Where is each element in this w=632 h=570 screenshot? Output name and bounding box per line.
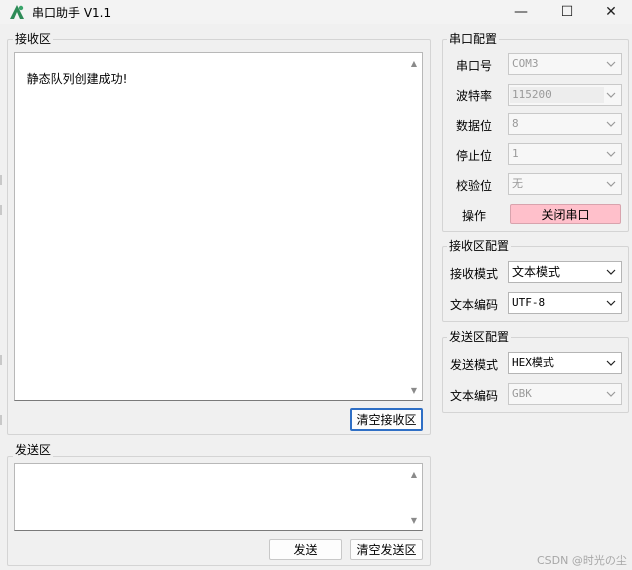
receive-mode-select[interactable]: 文本模式 <box>508 261 622 283</box>
send-mode-label: 发送模式 <box>450 358 499 372</box>
scroll-down-icon[interactable]: ▼ <box>406 512 422 528</box>
minimize-icon: — <box>514 4 528 20</box>
send-scrollbar[interactable]: ▲ ▼ <box>406 464 422 530</box>
chevron-down-icon <box>605 114 617 134</box>
serial-config-title: 串口配置 <box>447 32 500 46</box>
send-mode-value: HEX模式 <box>512 356 554 369</box>
receive-encoding-select[interactable]: UTF-8 <box>508 292 622 314</box>
scroll-up-icon[interactable]: ▲ <box>406 55 422 71</box>
port-value: COM3 <box>512 57 539 70</box>
send-config-title: 发送区配置 <box>447 330 512 344</box>
parity-label: 校验位 <box>456 179 493 193</box>
chevron-down-icon <box>605 54 617 74</box>
window-title: 串口助手 V1.1 <box>32 6 112 20</box>
receive-encoding-label: 文本编码 <box>450 298 499 312</box>
send-encoding-label: 文本编码 <box>450 389 499 403</box>
maximize-icon: ☐ <box>560 4 574 20</box>
chevron-down-icon <box>605 293 617 313</box>
clear-send-button[interactable]: 清空发送区 <box>350 539 423 560</box>
receive-mode-value: 文本模式 <box>512 265 561 279</box>
send-textarea[interactable] <box>14 463 423 531</box>
send-mode-select[interactable]: HEX模式 <box>508 352 622 374</box>
close-port-button[interactable]: 关闭串口 <box>510 204 621 224</box>
port-label: 串口号 <box>456 59 493 73</box>
left-edge-artifact <box>0 175 2 185</box>
baud-label: 波特率 <box>456 89 493 103</box>
receive-encoding-value: UTF-8 <box>512 296 546 309</box>
parity-select[interactable]: 无 <box>508 173 622 195</box>
baud-value: 115200 <box>510 87 604 103</box>
receive-textarea[interactable]: 静态队列创建成功! <box>14 52 423 401</box>
receive-content: 静态队列创建成功! <box>26 72 128 86</box>
send-encoding-select[interactable]: GBK <box>508 383 622 405</box>
databits-value: 8 <box>512 117 519 130</box>
send-group-title: 发送区 <box>13 443 54 457</box>
port-select[interactable]: COM3 <box>508 53 622 75</box>
scroll-down-icon[interactable]: ▼ <box>406 382 422 398</box>
chevron-down-icon <box>605 353 617 373</box>
operation-label: 操作 <box>462 209 487 223</box>
chevron-down-icon <box>605 384 617 404</box>
databits-label: 数据位 <box>456 119 493 133</box>
left-edge-artifact <box>0 355 2 365</box>
maximize-button[interactable]: ☐ <box>544 0 590 24</box>
parity-value: 无 <box>512 177 523 190</box>
app-logo-icon <box>10 5 24 19</box>
close-button[interactable]: ✕ <box>588 0 632 24</box>
receive-scrollbar[interactable]: ▲ ▼ <box>406 53 422 400</box>
send-encoding-value: GBK <box>512 387 532 400</box>
receive-group-title: 接收区 <box>13 32 54 46</box>
databits-select[interactable]: 8 <box>508 113 622 135</box>
left-edge-artifact <box>0 205 2 215</box>
baud-select[interactable]: 115200 <box>508 84 622 106</box>
receive-mode-label: 接收模式 <box>450 267 499 281</box>
title-bar: 串口助手 V1.1 — ☐ ✕ <box>0 0 632 24</box>
stopbits-select[interactable]: 1 <box>508 143 622 165</box>
chevron-down-icon <box>605 174 617 194</box>
close-icon: ✕ <box>605 4 617 20</box>
stopbits-label: 停止位 <box>456 149 493 163</box>
minimize-button[interactable]: — <box>498 0 544 24</box>
chevron-down-icon <box>605 144 617 164</box>
scroll-up-icon[interactable]: ▲ <box>406 466 422 482</box>
chevron-down-icon <box>605 262 617 282</box>
stopbits-value: 1 <box>512 147 519 160</box>
receive-config-title: 接收区配置 <box>447 239 512 253</box>
clear-receive-button[interactable]: 清空接收区 <box>350 408 423 431</box>
chevron-down-icon <box>605 85 617 105</box>
send-button[interactable]: 发送 <box>269 539 342 560</box>
left-edge-artifact <box>0 415 2 425</box>
watermark: CSDN @时光の尘 <box>537 554 627 567</box>
